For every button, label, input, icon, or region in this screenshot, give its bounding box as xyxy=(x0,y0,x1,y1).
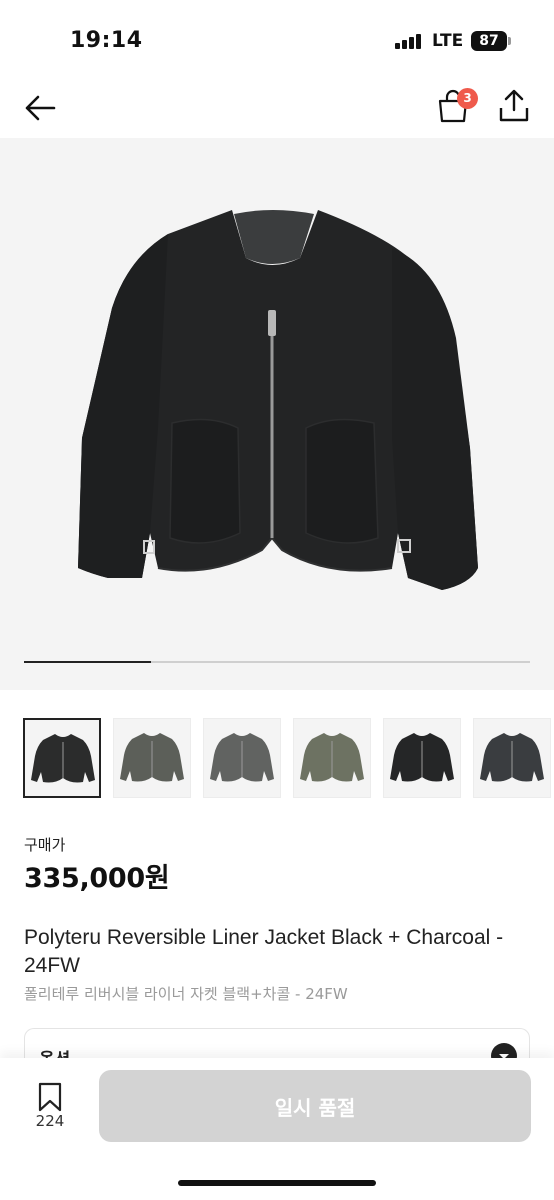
jacket-thumbnail-image xyxy=(120,733,184,782)
product-subtitle: 폴리테루 리버시블 라이너 자켓 블랙+차콜 - 24FW xyxy=(24,985,348,1003)
product-thumbnail[interactable] xyxy=(203,718,281,798)
battery-icon: 87 xyxy=(471,31,507,51)
signal-icon xyxy=(395,33,423,49)
jacket-thumbnail-image xyxy=(300,733,364,782)
bottom-action-bar: 224 일시 품절 xyxy=(0,1058,554,1200)
product-thumbnail[interactable] xyxy=(473,718,551,798)
sold-out-button[interactable]: 일시 품절 xyxy=(99,1070,531,1142)
product-thumbnail[interactable] xyxy=(383,718,461,798)
product-image-carousel[interactable] xyxy=(0,138,554,690)
product-thumbnail[interactable] xyxy=(293,718,371,798)
jacket-thumbnail-image xyxy=(390,733,454,782)
jacket-image xyxy=(78,210,478,590)
carousel-progress-fill xyxy=(24,661,151,663)
bookmark-icon[interactable] xyxy=(36,1082,64,1112)
top-nav: 3 xyxy=(0,80,554,138)
carousel-progress xyxy=(24,661,530,663)
home-indicator xyxy=(178,1180,376,1186)
network-type: LTE xyxy=(432,31,464,51)
jacket-thumbnail-image xyxy=(210,733,274,782)
jacket-thumbnail-image xyxy=(31,734,95,783)
status-time: 19:14 xyxy=(70,28,143,53)
price: 335,000원 xyxy=(24,863,170,894)
status-bar: 19:14 LTE 87 xyxy=(0,0,554,80)
battery-tip xyxy=(508,37,511,45)
share-icon[interactable] xyxy=(498,88,530,124)
thumbnail-strip xyxy=(0,718,554,800)
jacket-thumbnail-image xyxy=(480,733,544,782)
arrow-left-icon[interactable] xyxy=(22,90,58,126)
product-title: Polyteru Reversible Liner Jacket Black +… xyxy=(24,926,504,977)
product-thumbnail[interactable] xyxy=(113,718,191,798)
bookmark-count: 224 xyxy=(35,1112,65,1130)
cart-count-badge: 3 xyxy=(457,88,478,109)
price-label: 구매가 xyxy=(24,836,66,854)
product-thumbnail[interactable] xyxy=(23,718,101,798)
